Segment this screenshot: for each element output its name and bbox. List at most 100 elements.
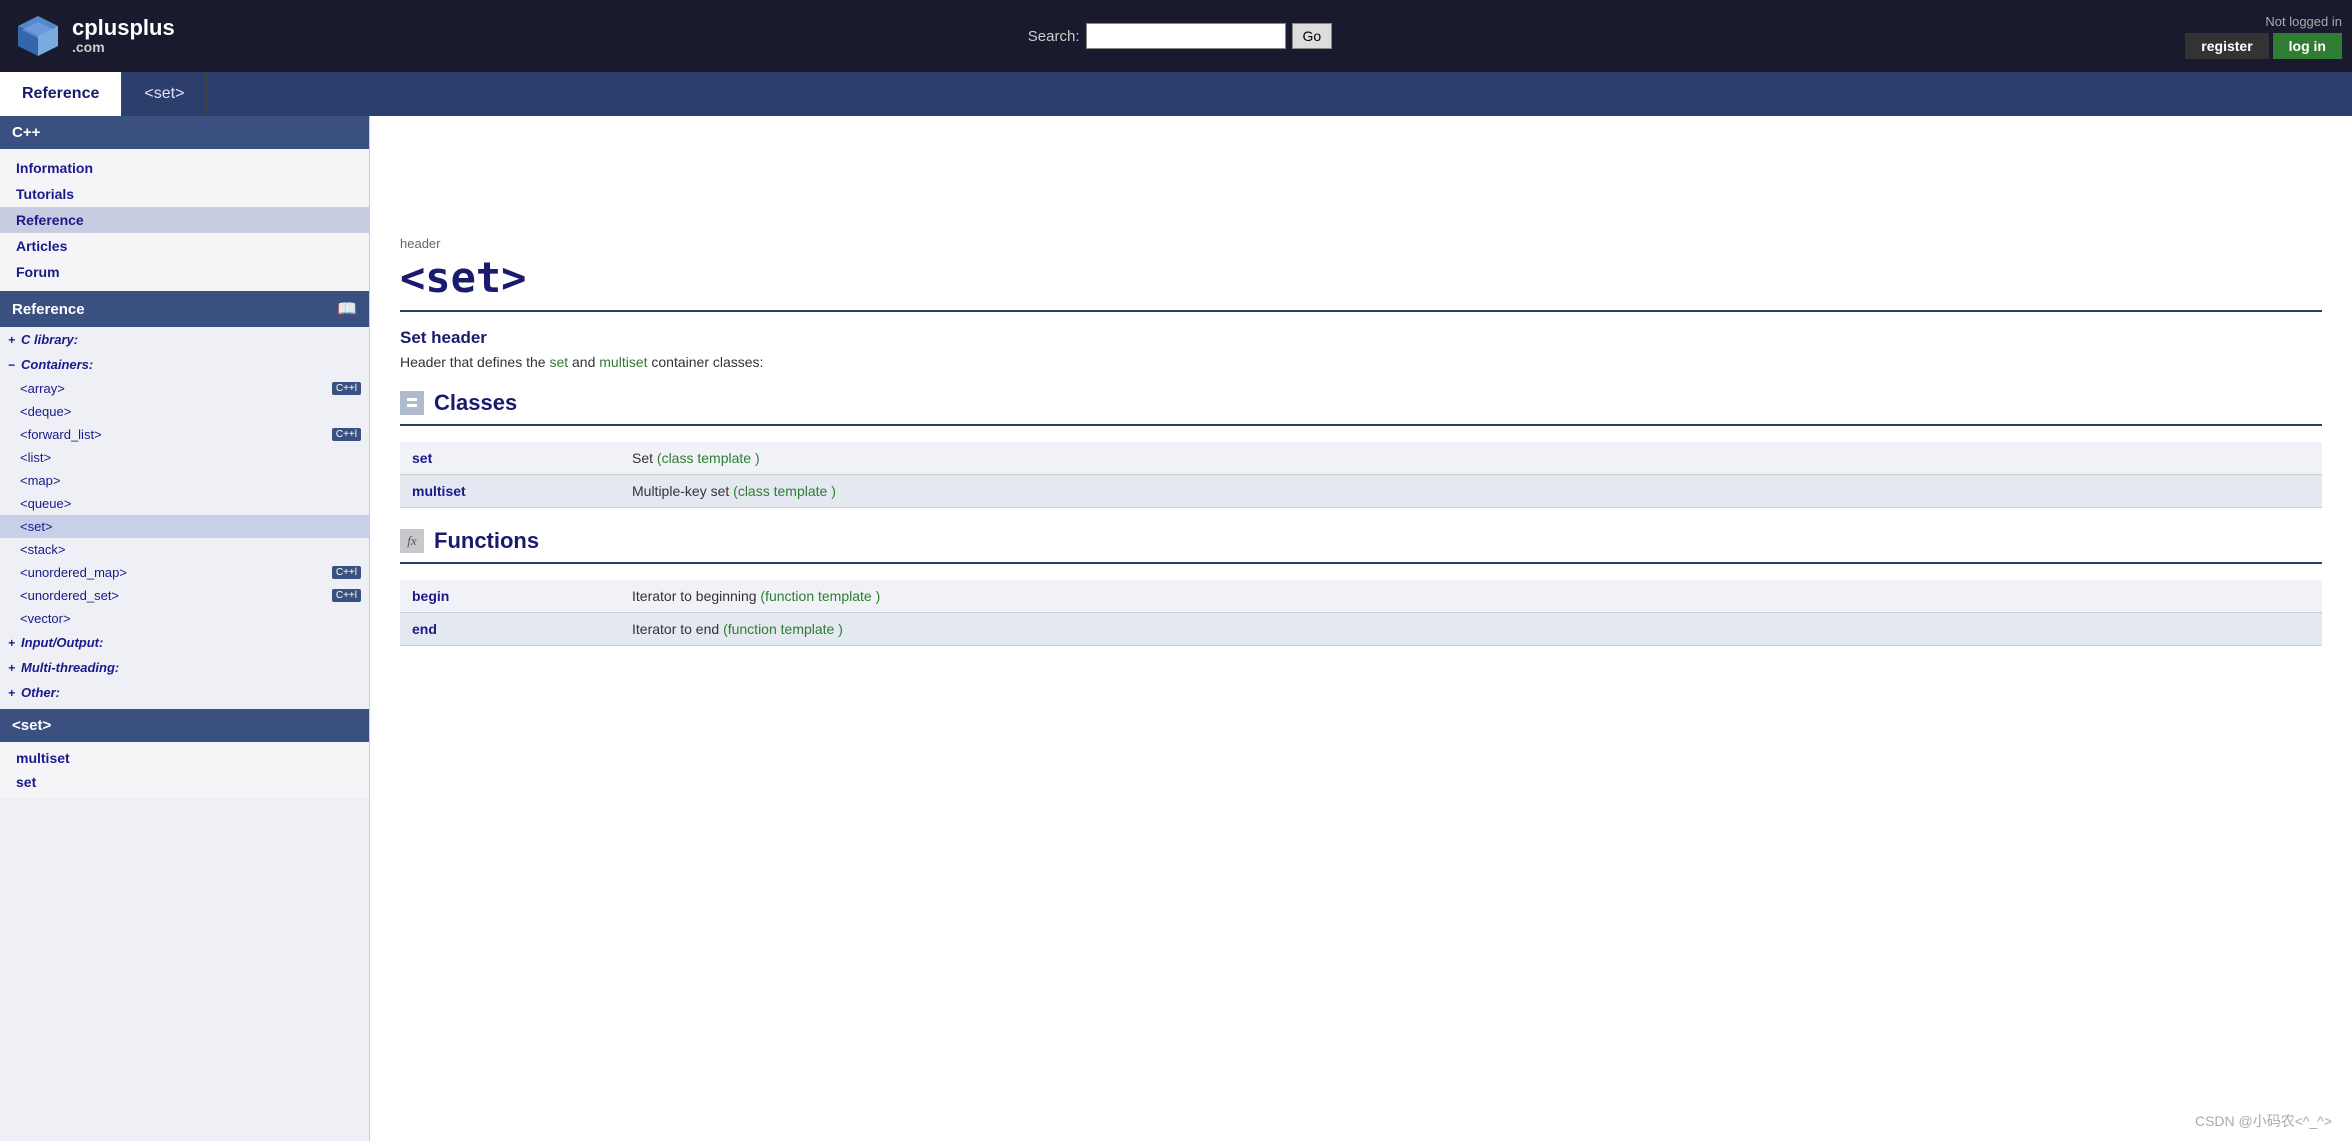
- reference-sidebar: + C library: − Containers: <array> C++l …: [0, 327, 369, 705]
- table-row: end Iterator to end (function template ): [400, 613, 2322, 646]
- begin-link[interactable]: begin: [412, 588, 449, 604]
- main-layout: C++ Information Tutorials Reference Arti…: [0, 116, 2352, 1141]
- search-label: Search:: [1028, 28, 1080, 45]
- other-label: Other:: [21, 685, 60, 700]
- functions-divider: [400, 562, 2322, 564]
- functions-section-title: fx Functions: [400, 528, 2322, 554]
- set-sidebar-item-multiset[interactable]: multiset: [0, 746, 369, 770]
- end-link[interactable]: end: [412, 621, 437, 637]
- table-row: set Set (class template ): [400, 442, 2322, 475]
- sidebar-item-reference[interactable]: Reference: [0, 207, 369, 233]
- ref-item-unordered-set[interactable]: <unordered_set> C++l: [0, 584, 369, 607]
- cpp-section-header: C++: [0, 116, 369, 149]
- ref-item-vector[interactable]: <vector>: [0, 607, 369, 630]
- sidebar: C++ Information Tutorials Reference Arti…: [0, 116, 370, 1141]
- set-sidebar-header: <set>: [0, 709, 369, 742]
- ref-category-io[interactable]: + Input/Output:: [0, 630, 369, 655]
- cpp-section-title: C++: [12, 124, 40, 141]
- cxx-badge-forwardlist: C++l: [332, 428, 361, 441]
- ref-item-queue[interactable]: <queue>: [0, 492, 369, 515]
- toggle-clibrary: +: [8, 333, 15, 347]
- sidebar-item-forum[interactable]: Forum: [0, 259, 369, 285]
- search-area: Search: Go: [1028, 23, 1332, 49]
- content-area: header <set> Set header Header that defi…: [370, 116, 2352, 1141]
- set-sidebar-item-set[interactable]: set: [0, 770, 369, 794]
- table-row: begin Iterator to beginning (function te…: [400, 580, 2322, 613]
- ref-category-multithreading[interactable]: + Multi-threading:: [0, 655, 369, 680]
- top-header: cplusplus .com Search: Go Not logged in …: [0, 0, 2352, 72]
- ref-item-list[interactable]: <list>: [0, 446, 369, 469]
- logo-text: cplusplus .com: [72, 16, 175, 56]
- classes-table: set Set (class template ) multiset Multi…: [400, 442, 2322, 508]
- desc-prefix: Header that defines the: [400, 354, 549, 370]
- io-label: Input/Output:: [21, 635, 103, 650]
- desc-link-multiset[interactable]: multiset: [599, 354, 647, 370]
- ref-item-set[interactable]: <set>: [0, 515, 369, 538]
- toggle-other: +: [8, 686, 15, 700]
- logo-icon: [10, 8, 66, 64]
- cpp-section-menu: Information Tutorials Reference Articles…: [0, 149, 369, 291]
- classes-section-title: Classes: [400, 390, 2322, 416]
- desc-middle: and: [568, 354, 599, 370]
- cxx-badge-unorderedset: C++l: [332, 589, 361, 602]
- classes-icon: [400, 391, 424, 415]
- multiset-link[interactable]: multiset: [412, 483, 466, 499]
- set-link[interactable]: set: [412, 450, 432, 466]
- ref-item-forward-list[interactable]: <forward_list> C++l: [0, 423, 369, 446]
- watermark: CSDN @小码农<^_^>: [2195, 1111, 2332, 1131]
- ref-item-unordered-map[interactable]: <unordered_map> C++l: [0, 561, 369, 584]
- title-divider: [400, 310, 2322, 312]
- set-sidebar-title: <set>: [12, 717, 51, 734]
- login-button[interactable]: log in: [2273, 33, 2342, 59]
- set-sidebar-items: multiset set: [0, 742, 369, 798]
- cxx-badge-unorderedmap: C++l: [332, 566, 361, 579]
- reference-section-title: Reference: [12, 301, 85, 318]
- multiset-desc: Multiple-key set (class template ): [620, 475, 2322, 508]
- set-header-title: Set header: [400, 328, 2322, 348]
- multithreading-label: Multi-threading:: [21, 660, 119, 675]
- not-logged-in-text: Not logged in: [2265, 14, 2342, 29]
- ref-item-map[interactable]: <map>: [0, 469, 369, 492]
- begin-desc: Iterator to beginning (function template…: [620, 580, 2322, 613]
- classes-heading: Classes: [434, 390, 517, 416]
- page-title: <set>: [400, 253, 2322, 302]
- logo-domain: .com: [72, 40, 175, 55]
- cxx-badge-array: C++l: [332, 382, 361, 395]
- nav-item-set[interactable]: <set>: [122, 72, 207, 116]
- end-desc: Iterator to end (function template ): [620, 613, 2322, 646]
- toggle-io: +: [8, 636, 15, 650]
- search-input[interactable]: [1086, 23, 1286, 49]
- set-desc: Set (class template ): [620, 442, 2322, 475]
- auth-area: Not logged in register log in: [2185, 14, 2342, 59]
- ref-category-clibrary[interactable]: + C library:: [0, 327, 369, 352]
- sidebar-item-articles[interactable]: Articles: [0, 233, 369, 259]
- set-header-desc: Header that defines the set and multiset…: [400, 354, 2322, 370]
- classes-divider: [400, 424, 2322, 426]
- ref-item-array[interactable]: <array> C++l: [0, 377, 369, 400]
- auth-buttons: register log in: [2185, 33, 2342, 59]
- functions-table: begin Iterator to beginning (function te…: [400, 580, 2322, 646]
- functions-icon: fx: [400, 529, 424, 553]
- go-button[interactable]: Go: [1292, 23, 1333, 49]
- ad-area: [400, 136, 2322, 236]
- ref-item-stack[interactable]: <stack>: [0, 538, 369, 561]
- clibrary-label: C library:: [21, 332, 78, 347]
- header-label: header: [400, 236, 2322, 251]
- sidebar-item-information[interactable]: Information: [0, 155, 369, 181]
- nav-item-reference[interactable]: Reference: [0, 72, 122, 116]
- ref-item-deque[interactable]: <deque>: [0, 400, 369, 423]
- desc-link-set[interactable]: set: [549, 354, 568, 370]
- functions-heading: Functions: [434, 528, 539, 554]
- nav-bar: Reference <set>: [0, 72, 2352, 116]
- register-button[interactable]: register: [2185, 33, 2268, 59]
- desc-suffix: container classes:: [648, 354, 764, 370]
- ref-category-containers[interactable]: − Containers:: [0, 352, 369, 377]
- sidebar-item-tutorials[interactable]: Tutorials: [0, 181, 369, 207]
- toggle-containers: −: [8, 358, 15, 372]
- containers-label: Containers:: [21, 357, 93, 372]
- table-row: multiset Multiple-key set (class templat…: [400, 475, 2322, 508]
- logo-area: cplusplus .com: [10, 8, 175, 64]
- book-icon[interactable]: 📖: [337, 299, 357, 319]
- ref-category-other[interactable]: + Other:: [0, 680, 369, 705]
- toggle-multithreading: +: [8, 661, 15, 675]
